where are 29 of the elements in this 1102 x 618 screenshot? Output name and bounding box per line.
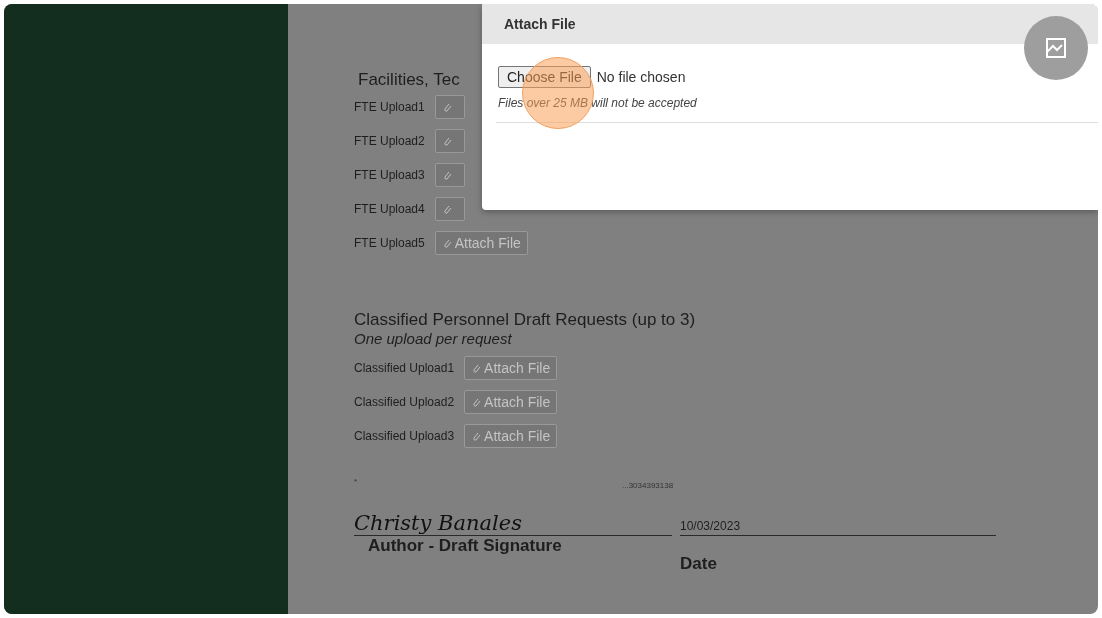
paperclip-icon [471,396,482,408]
upload-label: FTE Upload4 [354,202,425,216]
image-icon [1044,36,1068,60]
upload-label: FTE Upload1 [354,100,425,114]
paperclip-icon [471,362,482,374]
size-note: Files over 25 MB will not be accepted [498,96,698,110]
required-mark: * [354,477,358,486]
paperclip-icon [471,430,482,442]
upload-label: Classified Upload1 [354,361,455,375]
upload-label: FTE Upload5 [354,236,425,250]
section-title: Facilities, Tec [358,70,460,90]
signature-caption: Author - Draft Signature [368,536,563,556]
paperclip-icon [441,169,452,181]
signature: Christy Banales [354,511,523,535]
upload-label: Classified Upload3 [354,429,455,443]
paperclip-icon [441,237,452,249]
section-note: One upload per request [354,330,513,347]
section-title: Classified Personnel Draft Requests (up to 3) [354,310,696,330]
paperclip-icon [441,203,452,215]
upload-label: FTE Upload3 [354,168,425,182]
file-status: No file chosen [596,69,686,85]
signature-code: ...3034393138 [622,481,674,490]
upload-label: Classified Upload2 [354,395,455,409]
paperclip-icon [441,101,452,113]
upload-label: FTE Upload2 [354,134,425,148]
paperclip-icon [441,135,452,147]
dialog-title: Attach File [482,4,1098,44]
date-value: 10/03/2023 [680,519,741,533]
date-caption: Date [680,554,718,574]
